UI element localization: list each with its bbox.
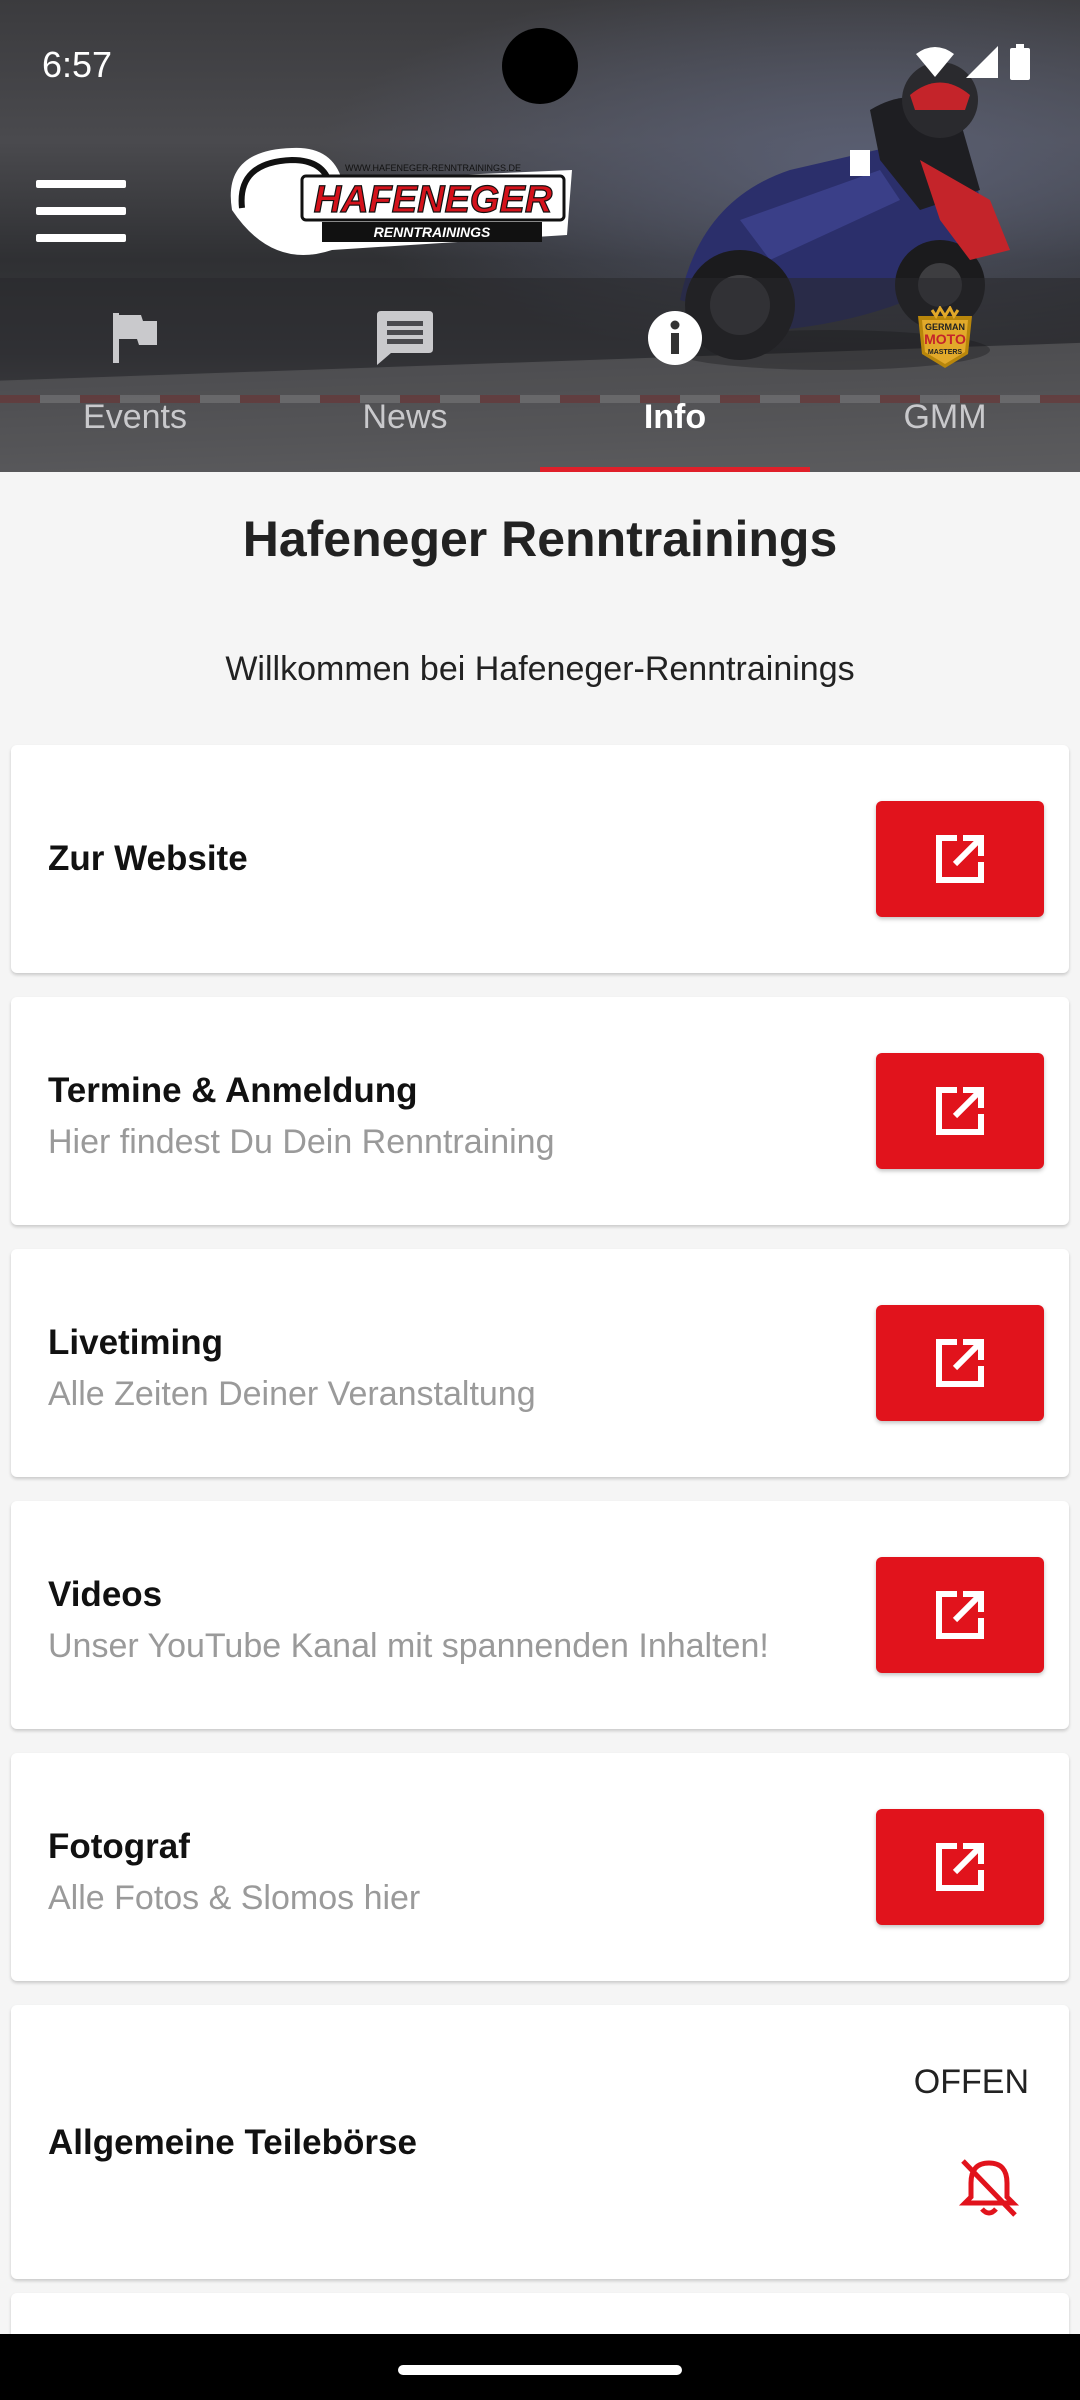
status-label: OFFEN	[913, 2063, 1029, 2101]
open-termine-button[interactable]	[876, 1053, 1044, 1169]
open-fotograf-button[interactable]	[876, 1809, 1044, 1925]
tab-icon-wrap	[270, 308, 540, 368]
card-subtitle: Hier findest Du Dein Renntraining	[48, 1123, 555, 1161]
svg-text:WWW.HAFENEGER-RENNTRAININGS.DE: WWW.HAFENEGER-RENNTRAININGS.DE	[345, 163, 521, 173]
svg-text:HAFENEGER: HAFENEGER	[314, 179, 553, 221]
open-videos-button[interactable]	[876, 1557, 1044, 1673]
tab-icon-wrap: GERMAN MOTO MASTERS	[810, 306, 1080, 368]
bell-off-icon[interactable]	[957, 2155, 1021, 2219]
home-indicator[interactable]	[398, 2365, 682, 2375]
svg-text:RENNTRAININGS: RENNTRAININGS	[374, 224, 491, 240]
hafeneger-logo: WWW.HAFENEGER-RENNTRAININGS.DE HAFENEGER…	[230, 147, 572, 255]
wifi-icon	[916, 47, 954, 77]
tab-label: GMM	[903, 398, 987, 436]
tab-gmm[interactable]: GERMAN MOTO MASTERS GMM	[810, 290, 1080, 472]
tab-events[interactable]: Events	[0, 290, 270, 472]
external-link-icon	[936, 1843, 984, 1891]
flag-icon	[113, 313, 157, 363]
card-termine[interactable]: Termine & Anmeldung Hier findest Du Dein…	[11, 997, 1069, 1225]
tab-icon-wrap	[0, 308, 270, 368]
status-bar: 6:57	[0, 0, 1080, 130]
front-camera	[502, 28, 578, 104]
status-time: 6:57	[42, 44, 113, 85]
card-subtitle: Alle Fotos & Slomos hier	[48, 1879, 421, 1917]
external-link-icon	[936, 835, 984, 883]
tab-label: Info	[643, 398, 707, 436]
menu-line	[36, 180, 126, 188]
card-title: Livetiming	[48, 1323, 224, 1362]
menu-line	[36, 207, 126, 215]
external-link-icon	[936, 1087, 984, 1135]
card-fotograf[interactable]: Fotograf Alle Fotos & Slomos hier	[11, 1753, 1069, 1981]
tab-label: Events	[83, 398, 187, 436]
card-title: Zur Website	[48, 839, 248, 878]
welcome-text: Willkommen bei Hafeneger-Renntrainings	[225, 650, 855, 688]
card-livetiming[interactable]: Livetiming Alle Zeiten Deiner Veranstalt…	[11, 1249, 1069, 1477]
external-link-icon	[936, 1591, 984, 1639]
card-title: Termine & Anmeldung	[48, 1071, 418, 1110]
header-banner: 6:57 WWW.HAFENEGER-RENNTRAININGS.DE HAFE…	[0, 0, 1080, 472]
menu-line	[36, 234, 126, 242]
card-videos[interactable]: Videos Unser YouTube Kanal mit spannende…	[11, 1501, 1069, 1729]
external-link-icon	[936, 1339, 984, 1387]
signal-icon	[966, 46, 998, 78]
tab-news[interactable]: News	[270, 290, 540, 472]
svg-text:MASTERS: MASTERS	[928, 349, 963, 356]
tab-info[interactable]: Info	[540, 290, 810, 472]
message-icon	[377, 311, 433, 365]
page-title: Hafeneger Renntrainings	[242, 511, 838, 567]
open-website-button[interactable]	[876, 801, 1044, 917]
status-icons	[916, 44, 1030, 80]
info-icon	[648, 311, 702, 365]
card-title: Fotograf	[48, 1827, 190, 1866]
card-website[interactable]: Zur Website	[11, 745, 1069, 973]
tab-bar: Events News Info GERMAN MOTO MASTERS GMM	[0, 290, 1080, 472]
tab-label: News	[362, 398, 448, 436]
tab-icon-wrap	[540, 308, 810, 368]
open-livetiming-button[interactable]	[876, 1305, 1044, 1421]
svg-text:MOTO: MOTO	[924, 331, 966, 347]
gmm-logo-icon: GERMAN MOTO MASTERS	[918, 306, 972, 368]
battery-icon	[1010, 44, 1030, 80]
card-subtitle: Alle Zeiten Deiner Veranstaltung	[48, 1375, 536, 1413]
card-subtitle: Unser YouTube Kanal mit spannenden Inhal…	[48, 1627, 769, 1665]
card-title: Videos	[48, 1575, 163, 1614]
card-teileboerse[interactable]: Allgemeine Teilebörse OFFEN	[11, 2005, 1069, 2279]
card-title: Allgemeine Teilebörse	[48, 2123, 417, 2162]
hamburger-menu-button[interactable]	[36, 180, 126, 242]
